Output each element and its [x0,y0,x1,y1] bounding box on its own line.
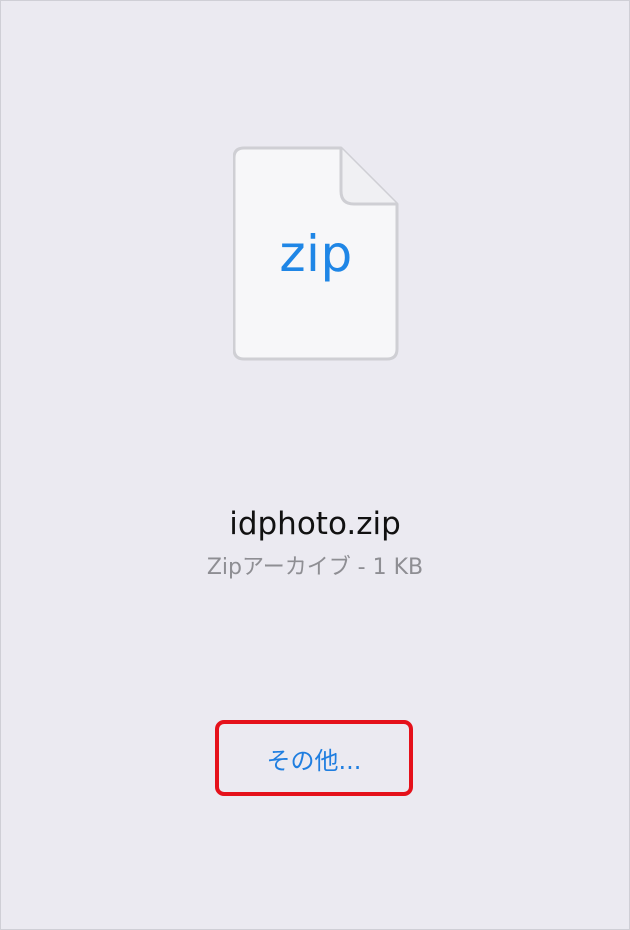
file-meta: Zipアーカイブ - 1 KB [206,555,424,580]
more-options-button[interactable]: その他... [219,724,409,792]
file-name: idphoto.zip [229,506,401,542]
zip-file-icon: zip [233,146,399,361]
file-preview-screen: zip idphoto.zip Zipアーカイブ - 1 KB その他... [0,0,630,930]
file-extension-label: zip [279,225,353,283]
